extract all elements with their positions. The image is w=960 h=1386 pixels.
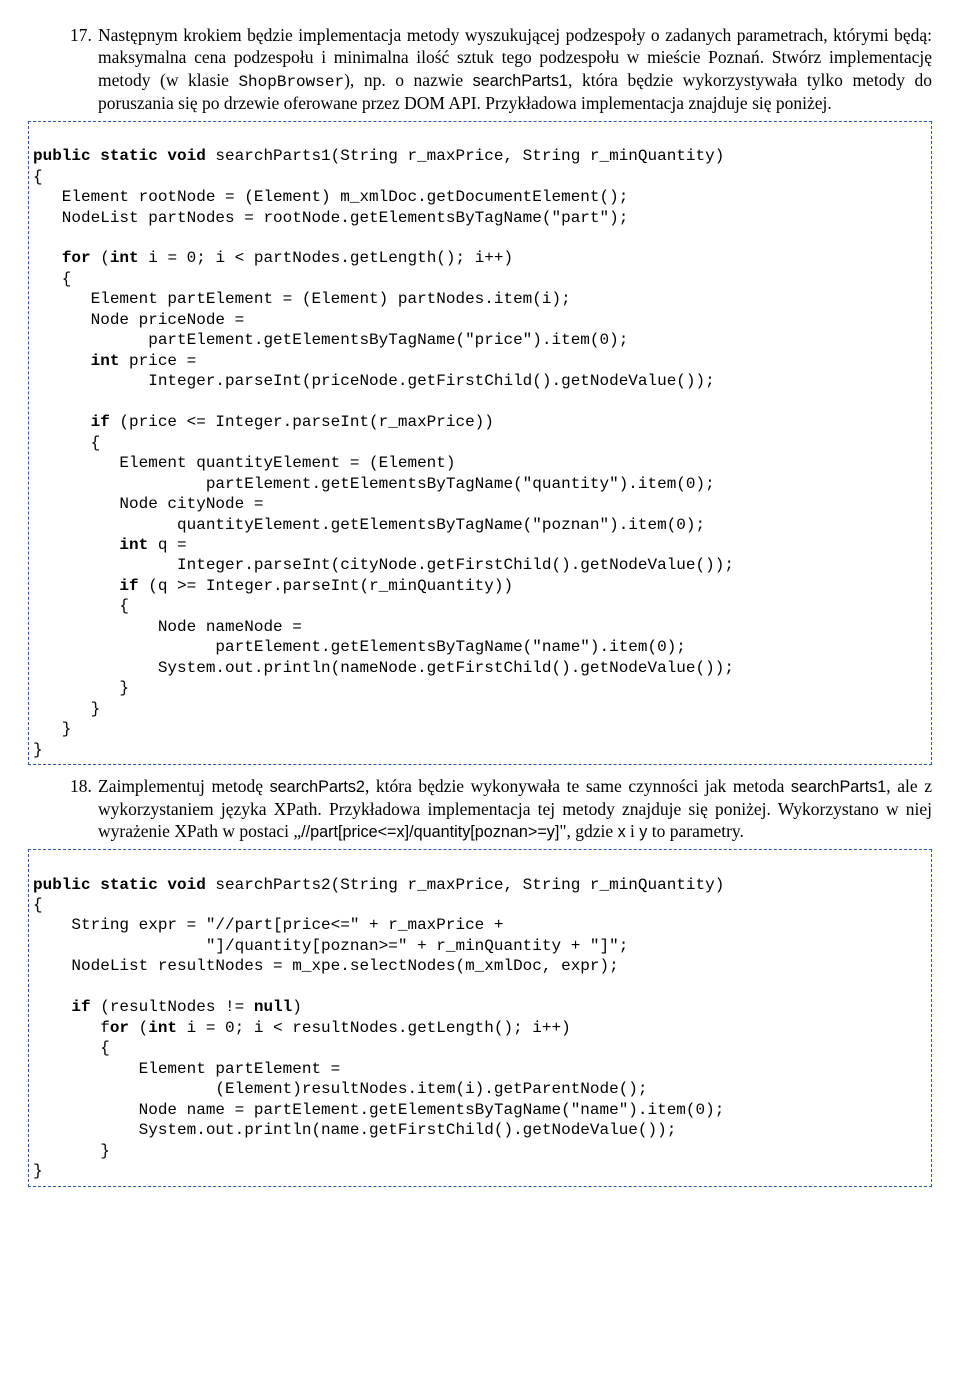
code: ) xyxy=(292,998,302,1016)
code xyxy=(33,352,91,370)
code: Integer.parseInt(cityNode.getFirstChild(… xyxy=(33,556,734,574)
kw: if xyxy=(119,577,138,595)
code: Integer.parseInt(priceNode.getFirstChild… xyxy=(33,372,715,390)
code: System.out.println(name.getFirstChild().… xyxy=(33,1121,676,1139)
item-number: 18. xyxy=(70,775,98,843)
code: } xyxy=(33,1142,110,1160)
code: (Element)resultNodes.item(i).getParentNo… xyxy=(33,1080,648,1098)
code: i = 0; i < resultNodes.getLength(); i++) xyxy=(177,1019,571,1037)
code: (q >= Integer.parseInt(r_minQuantity)) xyxy=(139,577,513,595)
code: partElement.getElementsByTagName("price"… xyxy=(33,331,628,349)
code-block-searchparts1: public static void searchParts1(String r… xyxy=(28,121,932,766)
item-number: 17. xyxy=(70,24,98,115)
code xyxy=(33,577,119,595)
code: quantityElement.getElementsByTagName("po… xyxy=(33,516,705,534)
code: String expr = "//part[price<=" + r_maxPr… xyxy=(33,916,503,934)
kw: or xyxy=(110,1019,129,1037)
code: { xyxy=(33,168,43,186)
inline-code: searchParts1 xyxy=(473,72,568,90)
code: { xyxy=(33,434,100,452)
code: searchParts2(String r_maxPrice, String r… xyxy=(206,876,724,894)
code: { xyxy=(33,597,129,615)
kw: int xyxy=(119,536,148,554)
kw: for xyxy=(62,249,91,267)
inline-code: ShopBrowser xyxy=(238,73,344,91)
code: Node name = partElement.getElementsByTag… xyxy=(33,1101,724,1119)
code: i = 0; i < partNodes.getLength(); i++) xyxy=(139,249,513,267)
code-block-searchparts2: public static void searchParts2(String r… xyxy=(28,849,932,1187)
code: { xyxy=(33,270,71,288)
code: f xyxy=(33,1019,110,1037)
code xyxy=(33,413,91,431)
text: i xyxy=(626,821,640,841)
code: { xyxy=(33,1039,110,1057)
code xyxy=(33,998,71,1016)
inline-code: searchParts1 xyxy=(791,778,886,796)
kw: int xyxy=(91,352,120,370)
kw: public static void xyxy=(33,147,206,165)
code: NodeList resultNodes = m_xpe.selectNodes… xyxy=(33,957,619,975)
code: searchParts1(String r_maxPrice, String r… xyxy=(206,147,724,165)
code xyxy=(33,536,119,554)
list-item-17: 17. Następnym krokiem będzie implementac… xyxy=(28,24,932,115)
code: Element rootNode = (Element) m_xmlDoc.ge… xyxy=(33,188,628,206)
code xyxy=(33,249,62,267)
kw: if xyxy=(71,998,90,1016)
code: Element quantityElement = (Element) xyxy=(33,454,455,472)
code: { xyxy=(33,896,43,914)
inline-code: //part[price<=x]/quantity[poznan>=y] xyxy=(301,823,559,841)
code: q = xyxy=(148,536,186,554)
item-18-text: Zaimplementuj metodę searchParts2, która… xyxy=(98,775,932,843)
kw: null xyxy=(254,998,292,1016)
code: (price <= Integer.parseInt(r_maxPrice)) xyxy=(110,413,494,431)
code: "]/quantity[poznan>=" + r_minQuantity + … xyxy=(33,937,628,955)
code: price = xyxy=(119,352,196,370)
item-17-text: Następnym krokiem będzie implementacja m… xyxy=(98,24,932,115)
code: Node cityNode = xyxy=(33,495,263,513)
code: Element partElement = (Element) partNode… xyxy=(33,290,571,308)
text: ), np. o nazwie xyxy=(344,70,473,90)
text: ", gdzie xyxy=(559,821,617,841)
code: NodeList partNodes = rootNode.getElement… xyxy=(33,209,628,227)
code: Node nameNode = xyxy=(33,618,302,636)
text: Zaimplementuj metodę xyxy=(98,776,270,796)
code: (resultNodes != xyxy=(91,998,254,1016)
code: partElement.getElementsByTagName("quanti… xyxy=(33,475,715,493)
text: , która będzie wykonywała te same czynno… xyxy=(365,776,791,796)
code: } xyxy=(33,720,71,738)
kw: public static void xyxy=(33,876,206,894)
kw: int xyxy=(110,249,139,267)
list-item-18: 18. Zaimplementuj metodę searchParts2, k… xyxy=(28,775,932,843)
code: } xyxy=(33,700,100,718)
code: ( xyxy=(91,249,110,267)
code: ( xyxy=(129,1019,148,1037)
code: } xyxy=(33,679,129,697)
code: } xyxy=(33,1162,43,1180)
inline-code: x xyxy=(618,823,626,841)
code: System.out.println(nameNode.getFirstChil… xyxy=(33,659,734,677)
kw: int xyxy=(148,1019,177,1037)
code: } xyxy=(33,741,43,759)
code: partElement.getElementsByTagName("name")… xyxy=(33,638,686,656)
inline-code: searchParts2 xyxy=(270,778,365,796)
code: Node priceNode = xyxy=(33,311,244,329)
text: to parametry. xyxy=(647,821,744,841)
code: Element partElement = xyxy=(33,1060,340,1078)
kw: if xyxy=(91,413,110,431)
